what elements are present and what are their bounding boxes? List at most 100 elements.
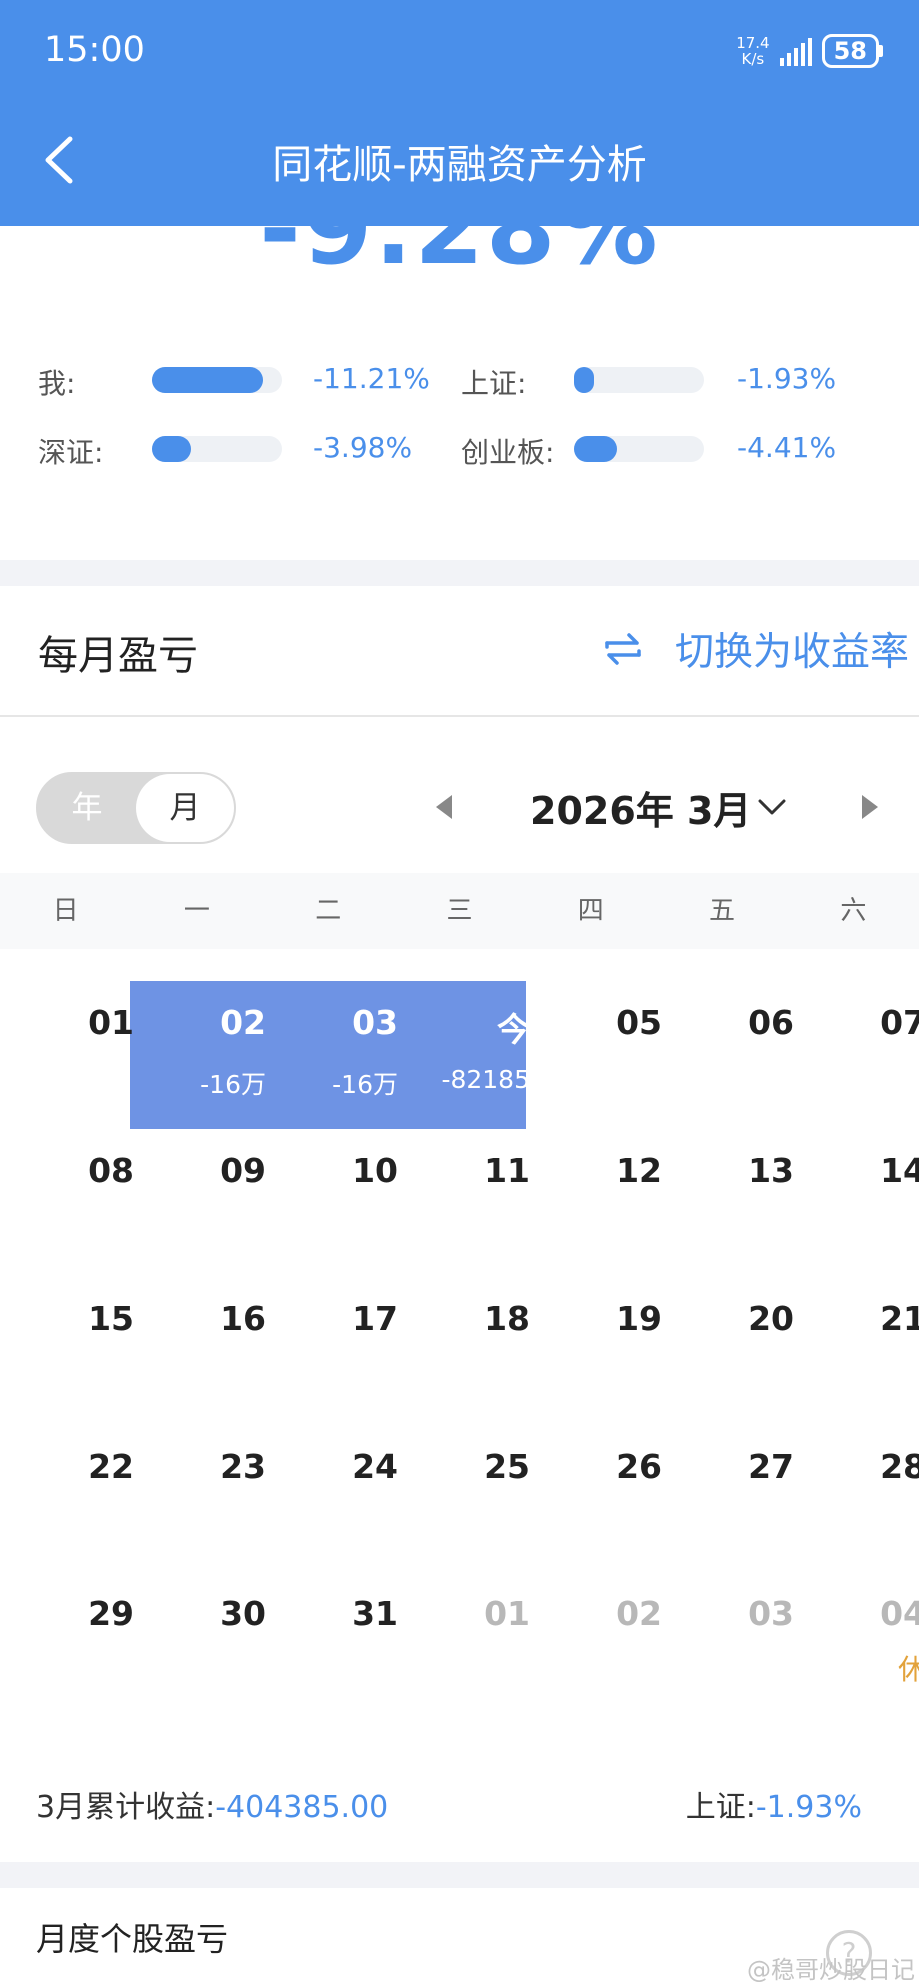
toggle-month[interactable]: 月 [136, 774, 234, 842]
status-icons: 17.4 K/s 58 [736, 34, 883, 68]
calendar-day[interactable]: 27 [682, 1425, 814, 1573]
calendar-day[interactable]: 31 [286, 1572, 418, 1720]
index-return: 上证:-1.93% [686, 1782, 862, 1826]
compare-value-shanghai: -1.93% [737, 362, 837, 395]
calendar-day[interactable]: 05 [550, 981, 682, 1129]
calendar-day-number: 18 [484, 1299, 530, 1338]
status-time: 15:00 [44, 30, 145, 70]
weekday-header: 日 一 二 三 四 五 六 [0, 873, 919, 949]
compare-value-chinext: -4.41% [737, 431, 837, 464]
swap-icon [605, 633, 641, 665]
year-month-toggle[interactable]: 年 月 [36, 772, 236, 844]
calendar-day-number: 13 [748, 1151, 794, 1190]
calendar-day-number: 12 [616, 1151, 662, 1190]
calendar-day-number: 01 [88, 1003, 134, 1042]
calendar-day-number: 17 [352, 1299, 398, 1338]
calendar-day[interactable]: 20 [682, 1277, 814, 1425]
index-return-label: 上证: [685, 1790, 756, 1825]
compare-bar-shanghai [574, 367, 704, 393]
compare-bar-shenzhen [152, 436, 282, 462]
calendar-day[interactable]: 06 [682, 981, 814, 1129]
calendar-day-number: 23 [220, 1447, 266, 1486]
network-speed-unit: K/s [741, 50, 765, 68]
month-selector[interactable]: 2026年 3月 [530, 780, 751, 835]
calendar-day[interactable]: 今 -82185 [418, 981, 550, 1129]
compare-label-shenzhen: 深证: [38, 436, 104, 469]
toggle-year[interactable]: 年 [38, 774, 136, 842]
switch-to-rate-label: 切换为收益率 [674, 630, 909, 675]
calendar-day[interactable]: 10 [286, 1129, 418, 1277]
compare-bar-me [152, 367, 282, 393]
watermark: @稳哥炒股日记 [747, 1956, 915, 1984]
calendar-day-number: 16 [220, 1299, 266, 1338]
calendar-day-number: 04 [880, 1594, 919, 1633]
calendar-day[interactable]: 03 [682, 1572, 814, 1720]
compare-value-me: -11.21% [313, 362, 430, 395]
calendar-day[interactable]: 11 [418, 1129, 550, 1277]
calendar-day[interactable]: 13 [682, 1129, 814, 1277]
calendar-day-number: 15 [88, 1299, 134, 1338]
calendar-day[interactable]: 07 [814, 981, 919, 1129]
switch-to-rate-button[interactable]: 切换为收益率 [601, 621, 909, 677]
weekday-thu: 四 [577, 896, 604, 926]
calendar-day[interactable]: 29 [22, 1572, 154, 1720]
calendar-day[interactable]: 04 休 [814, 1572, 919, 1720]
index-return-value: -1.93% [755, 1790, 862, 1825]
calendar-day-number: 28 [880, 1447, 919, 1486]
calendar-day-number: 30 [220, 1594, 266, 1633]
calendar-day-pnl: -16万 [332, 1070, 398, 1099]
cumulative-return-value: -404385.00 [215, 1790, 389, 1825]
calendar-day[interactable]: 25 [418, 1425, 550, 1573]
calendar-day-number: 01 [484, 1594, 530, 1633]
prev-month-button[interactable] [436, 795, 452, 819]
weekday-sat: 六 [840, 896, 867, 926]
calendar-day-number: 09 [220, 1151, 266, 1190]
calendar-day[interactable]: 23 [154, 1425, 286, 1573]
calendar-day[interactable]: 18 [418, 1277, 550, 1425]
calendar-day-number: 19 [616, 1299, 662, 1338]
weekday-tue: 二 [315, 896, 342, 926]
calendar-day[interactable]: 24 [286, 1425, 418, 1573]
chevron-down-icon[interactable] [757, 792, 787, 822]
monthly-pnl-title: 每月盈亏 [38, 633, 198, 679]
calendar-day[interactable]: 08 [22, 1129, 154, 1277]
weekday-sun: 日 [52, 896, 79, 926]
header-bar: 15:00 17.4 K/s 58 同花顺-两融资产分析 [0, 0, 919, 226]
calendar-day-number: 02 [220, 1003, 266, 1042]
calendar-day[interactable]: 02 -16万 [154, 981, 286, 1129]
calendar-day[interactable]: 30 [154, 1572, 286, 1720]
next-month-button[interactable] [862, 795, 878, 819]
calendar-day[interactable]: 12 [550, 1129, 682, 1277]
calendar-day[interactable]: 17 [286, 1277, 418, 1425]
calendar-day[interactable]: 19 [550, 1277, 682, 1425]
calendar-day[interactable]: 02 [550, 1572, 682, 1720]
calendar-day[interactable]: 01 [418, 1572, 550, 1720]
compare-label-chinext: 创业板: [461, 436, 555, 469]
calendar-day[interactable]: 03 -16万 [286, 981, 418, 1129]
calendar-day-number: 14 [880, 1151, 919, 1190]
calendar-day-number: 11 [484, 1151, 530, 1190]
calendar-day-number: 31 [352, 1594, 398, 1633]
calendar-day[interactable]: 22 [22, 1425, 154, 1573]
calendar-day[interactable]: 15 [22, 1277, 154, 1425]
network-speed-value: 17.4 [736, 34, 770, 52]
calendar-day-number: 24 [352, 1447, 398, 1486]
network-speed: 17.4 K/s [736, 35, 769, 67]
compare-bar-chinext [574, 436, 704, 462]
compare-label-me: 我: [38, 367, 76, 400]
calendar-day-number: 10 [352, 1151, 398, 1190]
calendar-day[interactable]: 28 [814, 1425, 919, 1573]
calendar-day[interactable]: 09 [154, 1129, 286, 1277]
calendar-day-number: 22 [88, 1447, 134, 1486]
calendar-day-number: 05 [616, 1003, 662, 1042]
calendar-day[interactable]: 16 [154, 1277, 286, 1425]
calendar-day-number: 03 [352, 1003, 398, 1042]
section-divider [0, 1862, 919, 1888]
calendar-day[interactable]: 14 [814, 1129, 919, 1277]
calendar-day-number: 08 [88, 1151, 134, 1190]
calendar-day[interactable]: 21 [814, 1277, 919, 1425]
calendar-day[interactable]: 26 [550, 1425, 682, 1573]
page-title: 同花顺-两融资产分析 [272, 142, 647, 188]
calendar-day[interactable]: 01 [22, 981, 154, 1129]
calendar-day-number: 07 [880, 1003, 919, 1042]
